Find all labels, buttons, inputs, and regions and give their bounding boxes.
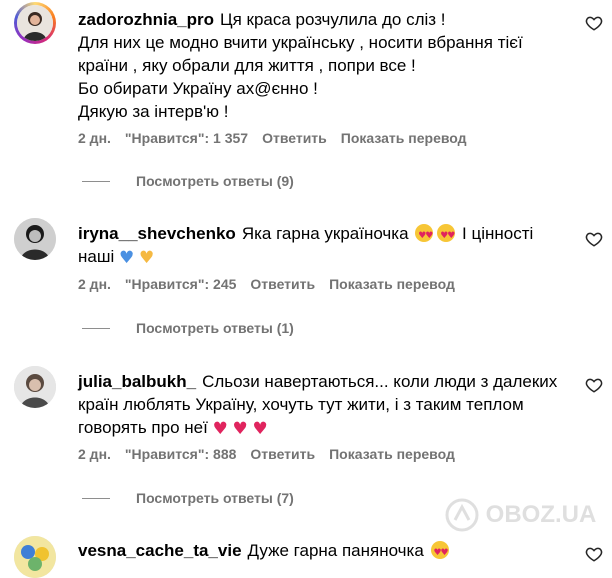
view-replies-label[interactable]: Посмотреть ответы (7) [136,490,294,506]
view-replies-label[interactable]: Посмотреть ответы (9) [136,173,294,189]
comment-meta: 2 дн. "Нравится": 245 Ответить Показать … [78,276,455,292]
pink-heart-emoji-icon: ♥ [252,419,268,439]
comment-body: Яка гарна україночка [241,224,409,243]
comment-body: Дуже гарна паняночка [247,541,424,560]
comment-meta: 2 дн. "Нравится": 888 Ответить Показать … [78,446,455,462]
username[interactable]: julia_balbukh_ [78,372,196,391]
avatar[interactable] [14,2,56,44]
like-count[interactable]: "Нравится": 245 [125,276,236,292]
reply-button[interactable]: Ответить [250,276,315,292]
view-replies-button[interactable]: Посмотреть ответы (1) [82,320,294,336]
blue-heart-emoji-icon: ♥ [119,248,135,268]
pink-heart-emoji-icon: ♥ [232,419,248,439]
replies-divider [82,497,110,499]
reply-button[interactable]: Ответить [262,130,327,146]
view-replies-label[interactable]: Посмотреть ответы (1) [136,320,294,336]
reply-button[interactable]: Ответить [250,446,315,462]
watermark-badge-icon [445,498,479,532]
comment-text: vesna_cache_ta_vie Дуже гарна паняночка [78,539,558,565]
username[interactable]: iryna__shevchenko [78,224,236,243]
comment-text: iryna__shevchenkoЯка гарна україночка І … [78,222,558,270]
view-replies-button[interactable]: Посмотреть ответы (9) [82,173,294,189]
heart-eyes-emoji-icon [437,224,455,248]
like-heart-icon[interactable] [585,545,603,563]
comment-meta: 2 дн. "Нравится": 1 357 Ответить Показат… [78,130,467,146]
avatar[interactable] [14,366,56,408]
username[interactable]: zadorozhnia_pro [78,10,214,29]
translate-button[interactable]: Показать перевод [341,130,467,146]
comment-time[interactable]: 2 дн. [78,130,111,146]
heart-eyes-emoji-icon [415,224,433,248]
view-replies-button[interactable]: Посмотреть ответы (7) [82,490,294,506]
replies-divider [82,327,110,329]
translate-button[interactable]: Показать перевод [329,276,455,292]
username[interactable]: vesna_cache_ta_vie [78,541,242,560]
comment-text: zadorozhnia_pro Ця краса розчулила до слі… [78,8,558,123]
pink-heart-emoji-icon: ♥ [212,419,228,439]
comment-time[interactable]: 2 дн. [78,276,111,292]
watermark-text: OBOZ.UA [485,501,597,528]
like-count[interactable]: "Нравится": 888 [125,446,236,462]
watermark-logo: OBOZ.UA [445,498,605,538]
like-heart-icon[interactable] [585,230,603,248]
like-heart-icon[interactable] [585,376,603,394]
like-count[interactable]: "Нравится": 1 357 [125,130,248,146]
like-heart-icon[interactable] [585,14,603,32]
replies-divider [82,180,110,182]
comment-time[interactable]: 2 дн. [78,446,111,462]
translate-button[interactable]: Показать перевод [329,446,455,462]
avatar[interactable] [14,536,56,578]
avatar[interactable] [14,218,56,260]
heart-eyes-emoji-icon [430,541,449,565]
comment-text: julia_balbukh_ Сльози навертаються... кол… [78,370,558,441]
yellow-heart-emoji-icon: ♥ [138,248,155,268]
